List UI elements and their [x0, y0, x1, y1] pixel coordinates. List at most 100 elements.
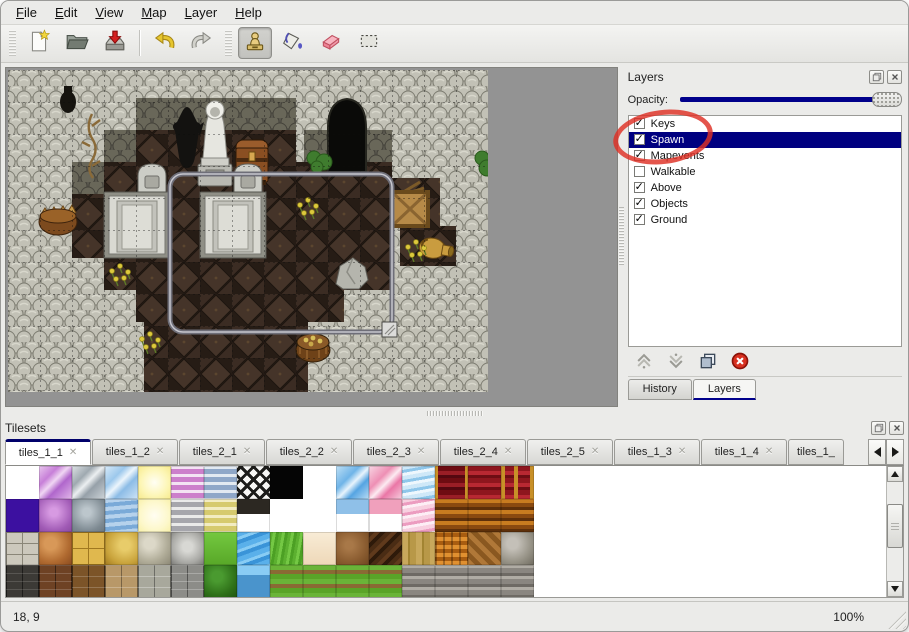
tile-grass-flat[interactable] — [204, 532, 237, 565]
tile-stripe-yellow[interactable] — [204, 499, 237, 532]
tile-brick-big[interactable] — [72, 565, 105, 598]
scrollbar-thumb[interactable] — [887, 504, 903, 548]
map-canvas-area[interactable] — [5, 67, 618, 407]
vertical-splitter[interactable] — [618, 63, 626, 410]
tabs-scroll-left-button[interactable] — [868, 439, 886, 465]
tile-glass-pink[interactable] — [369, 466, 402, 499]
tile-logs-brown[interactable] — [501, 499, 534, 532]
tile-weave-orange[interactable] — [435, 532, 468, 565]
tile-pebble-gray[interactable] — [138, 532, 171, 565]
layer-visibility-checkbox[interactable]: ✓ — [634, 214, 645, 225]
tile-herring-brown[interactable] — [468, 532, 501, 565]
tile-stripe-pink[interactable] — [171, 466, 204, 499]
move-layer-up-button[interactable] — [632, 349, 656, 373]
tile-curtain-dark[interactable] — [435, 466, 468, 499]
undo-button[interactable] — [147, 27, 181, 59]
tileset-tab-tiles_1_3[interactable]: tiles_1_3✕ — [614, 439, 700, 465]
tile-stripe-blue[interactable] — [204, 466, 237, 499]
open-map-button[interactable] — [60, 27, 94, 59]
tile-palette-area[interactable] — [5, 465, 904, 598]
layer-visibility-checkbox[interactable]: ✓ — [634, 118, 645, 129]
tile-brick-dark[interactable] — [6, 565, 39, 598]
close-panel-button[interactable] — [887, 70, 902, 84]
tile-cloud-blue[interactable] — [105, 499, 138, 532]
save-map-button[interactable] — [98, 27, 132, 59]
dock-tab-history[interactable]: History — [628, 379, 692, 400]
tile-brick-gray[interactable] — [171, 565, 204, 598]
tile-glass-blue2[interactable] — [336, 466, 369, 499]
tile-hedge[interactable] — [204, 565, 237, 598]
tile-plank-tan[interactable] — [402, 532, 435, 565]
opacity-slider-track[interactable] — [680, 97, 880, 102]
tile-brick-brown[interactable] — [39, 565, 72, 598]
tile-glass-gray[interactable] — [72, 466, 105, 499]
tile-logs-brown[interactable] — [435, 499, 468, 532]
tile-wave-blue[interactable] — [402, 466, 435, 499]
tile-plank-wall[interactable] — [402, 565, 435, 598]
tile-plank-wall[interactable] — [468, 565, 501, 598]
tile-stone-yellow[interactable] — [105, 532, 138, 565]
selection-resize-handle[interactable] — [382, 322, 397, 337]
eraser-tool-button[interactable] — [314, 27, 348, 59]
tile-blank[interactable] — [270, 499, 303, 532]
layer-row-above[interactable]: ✓Above — [629, 180, 901, 196]
tab-close-icon[interactable]: ✕ — [69, 447, 77, 458]
tile-sign-half[interactable] — [237, 499, 270, 532]
layer-row-mapevents[interactable]: ✓Mapevents — [629, 148, 901, 164]
tile-farm-row[interactable] — [303, 565, 336, 598]
layer-visibility-checkbox[interactable] — [634, 166, 645, 177]
new-map-button[interactable] — [22, 27, 56, 59]
splitter-grip[interactable] — [619, 207, 624, 265]
float-panel-button[interactable] — [869, 70, 884, 84]
tile-glass-purple[interactable] — [39, 466, 72, 499]
tile-curtain-red[interactable] — [468, 466, 501, 499]
tile-tile-blue-half[interactable] — [336, 499, 369, 532]
layer-row-ground[interactable]: ✓Ground — [629, 212, 901, 228]
tab-close-icon[interactable]: ✕ — [243, 446, 251, 457]
tile-water[interactable] — [237, 532, 270, 565]
float-panel-button[interactable] — [871, 421, 886, 435]
horizontal-splitter[interactable] — [1, 410, 908, 418]
tileset-tab-tiles_2_3[interactable]: tiles_2_3✕ — [353, 439, 439, 465]
tile-stripe-gray[interactable] — [171, 499, 204, 532]
move-layer-down-button[interactable] — [664, 349, 688, 373]
resize-grip[interactable] — [888, 611, 906, 629]
duplicate-layer-button[interactable] — [696, 349, 720, 373]
tab-close-icon[interactable]: ✕ — [765, 446, 773, 457]
tile-glow-yellow[interactable] — [138, 466, 171, 499]
tileset-tab-tiles_2_4[interactable]: tiles_2_4✕ — [440, 439, 526, 465]
tab-close-icon[interactable]: ✕ — [417, 446, 425, 457]
tile-cobble-orange[interactable] — [39, 532, 72, 565]
opacity-slider-handle[interactable] — [872, 92, 902, 107]
tile-lattice[interactable] — [237, 466, 270, 499]
tile-wall-tan[interactable] — [105, 565, 138, 598]
toolbar-drag-handle[interactable] — [9, 30, 16, 56]
tile-log-gray[interactable] — [501, 532, 534, 565]
tile-water-wall[interactable] — [237, 565, 270, 598]
tile-wood-dark[interactable] — [369, 532, 402, 565]
tile-glow-pale[interactable] — [138, 499, 171, 532]
tile-stone-gray[interactable] — [171, 532, 204, 565]
fill-tool-button[interactable] — [276, 27, 310, 59]
tileset-tab-tiles_1_1[interactable]: tiles_1_1✕ — [5, 439, 91, 465]
tileset-tab-tiles_2_5[interactable]: tiles_2_5✕ — [527, 439, 613, 465]
tileset-tab-tiles_1_2[interactable]: tiles_1_2✕ — [92, 439, 178, 465]
stamp-tool-button[interactable] — [238, 27, 272, 59]
tile-tile-pink-half[interactable] — [369, 499, 402, 532]
menu-edit[interactable]: Edit — [46, 2, 86, 23]
tab-close-icon[interactable]: ✕ — [156, 446, 164, 457]
delete-layer-button[interactable] — [728, 349, 752, 373]
tile-farm-row[interactable] — [270, 565, 303, 598]
tileset-tab-tiles_2_1[interactable]: tiles_2_1✕ — [179, 439, 265, 465]
layer-row-objects[interactable]: ✓Objects — [629, 196, 901, 212]
layer-row-keys[interactable]: ✓Keys — [629, 116, 901, 132]
tab-close-icon[interactable]: ✕ — [330, 446, 338, 457]
tile-blank[interactable] — [6, 466, 39, 499]
tile-cloud-purple[interactable] — [39, 499, 72, 532]
redo-button[interactable] — [185, 27, 219, 59]
tile-logs-brown[interactable] — [468, 499, 501, 532]
tab-close-icon[interactable]: ✕ — [591, 446, 599, 457]
tile-cloud-gray[interactable] — [72, 499, 105, 532]
menu-map[interactable]: Map — [132, 2, 175, 23]
tileset-scrollbar[interactable] — [886, 466, 903, 597]
